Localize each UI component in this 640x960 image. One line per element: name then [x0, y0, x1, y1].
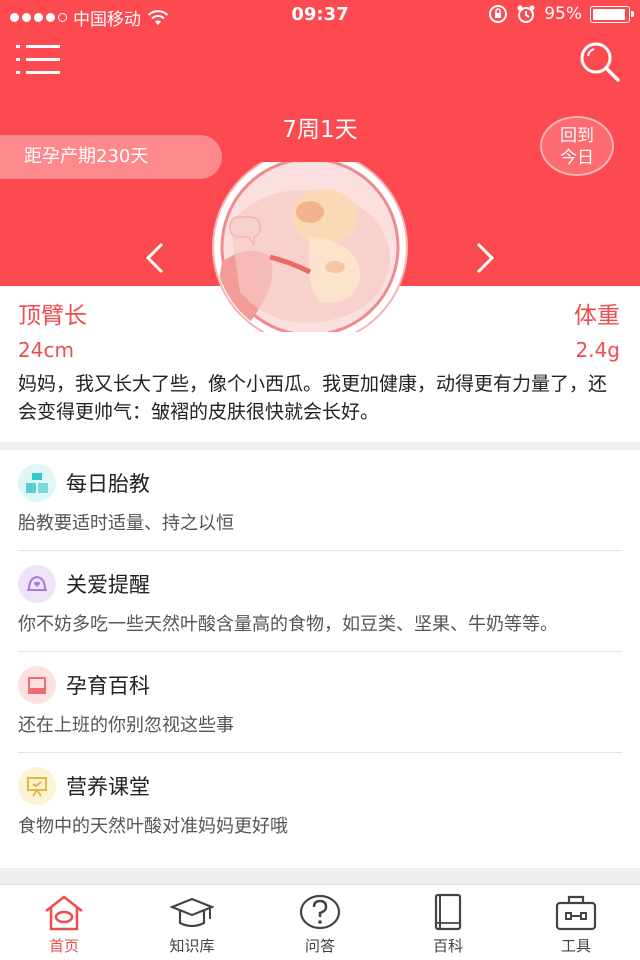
list-item-title: 关爱提醒 — [66, 573, 150, 597]
presentation-icon — [18, 767, 56, 805]
length-measure: 顶臂长 24cm — [18, 296, 87, 362]
length-label: 顶臂长 — [18, 303, 87, 329]
building-blocks-icon — [18, 464, 56, 502]
list-item-title: 营养课堂 — [66, 775, 150, 799]
feature-list: 每日胎教 胎教要适时适量、持之以恒 关爱提醒 你不妨多吃一些天然叶酸含量高的食物… — [0, 450, 640, 853]
toolbox-icon — [555, 895, 597, 931]
tab-tools[interactable]: 工具 — [512, 885, 640, 960]
book-icon — [18, 666, 56, 704]
menu-icon[interactable] — [16, 42, 60, 78]
tab-label: 问答 — [304, 937, 335, 955]
tab-label: 工具 — [560, 937, 591, 955]
status-bar: 中国移动 09:37 95% — [0, 0, 640, 30]
home-icon — [45, 895, 83, 931]
tab-label: 百科 — [432, 937, 463, 955]
battery-icon — [590, 5, 634, 23]
search-icon[interactable] — [578, 40, 622, 84]
battery-percent: 95% — [544, 4, 582, 24]
due-countdown: 距孕产期230天 — [0, 135, 222, 179]
list-item-pregnancy-wiki[interactable]: 孕育百科 还在上班的你别忽视这些事 — [18, 652, 622, 753]
question-icon — [299, 894, 341, 930]
tab-encyclopedia[interactable]: 百科 — [384, 885, 512, 960]
list-item-subtitle: 食物中的天然叶酸对准妈妈更好哦 — [18, 816, 288, 837]
rotation-lock-icon — [489, 5, 508, 23]
tab-bar: 首页 知识库 问答 百科 工具 — [0, 884, 640, 960]
bell-heart-icon — [18, 565, 56, 603]
back-today-button[interactable]: 回到今日 — [540, 116, 614, 176]
graduation-cap-icon — [170, 897, 214, 928]
back-today-label: 回到今日 — [560, 126, 594, 168]
list-item-nutrition-class[interactable]: 营养课堂 食物中的天然叶酸对准妈妈更好哦 — [18, 753, 622, 853]
tab-label: 首页 — [48, 937, 79, 955]
baby-description: 妈妈，我又长大了些，像个小西瓜。我更加健康，动得更有力量了，还会变得更帅气：皱褶… — [18, 373, 608, 423]
tab-knowledge[interactable]: 知识库 — [128, 885, 256, 960]
tab-label: 知识库 — [169, 937, 215, 955]
list-item-title: 每日胎教 — [66, 472, 150, 496]
section-divider — [0, 442, 640, 450]
next-week-arrow-icon[interactable] — [470, 238, 500, 278]
list-item-subtitle: 胎教要适时适量、持之以恒 — [18, 513, 234, 534]
list-item-daily-education[interactable]: 每日胎教 胎教要适时适量、持之以恒 — [18, 450, 622, 551]
length-value: 24cm — [18, 338, 74, 362]
book-icon — [434, 893, 462, 931]
list-item-subtitle: 你不妨多吃一些天然叶酸含量高的食物，如豆类、坚果、牛奶等等。 — [18, 614, 558, 635]
weight-measure: 体重 2.4g — [574, 296, 620, 362]
alarm-icon — [517, 5, 535, 23]
list-item-care-reminder[interactable]: 关爱提醒 你不妨多吃一些天然叶酸含量高的食物，如豆类、坚果、牛奶等等。 — [18, 551, 622, 652]
list-item-subtitle: 还在上班的你别忽视这些事 — [18, 715, 234, 736]
list-item-title: 孕育百科 — [66, 674, 150, 698]
previous-week-arrow-icon[interactable] — [140, 238, 170, 278]
section-divider — [0, 868, 640, 884]
weight-value: 2.4g — [575, 338, 620, 362]
tab-home[interactable]: 首页 — [0, 885, 128, 960]
fetus-illustration — [210, 149, 430, 345]
tab-qa[interactable]: 问答 — [256, 885, 384, 960]
weight-label: 体重 — [574, 303, 620, 329]
